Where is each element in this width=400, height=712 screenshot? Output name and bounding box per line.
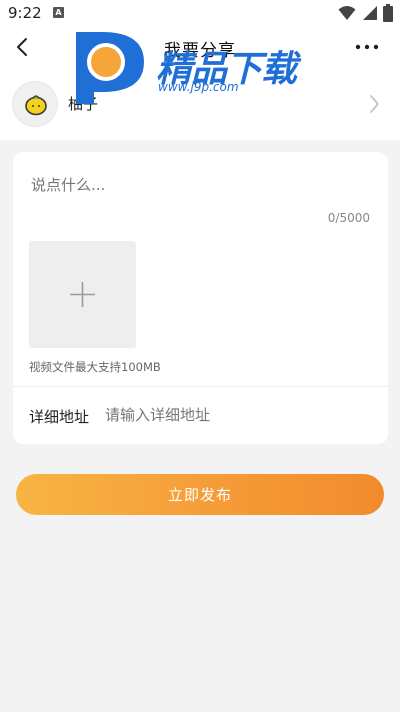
page-title: 我要分享 xyxy=(164,41,236,61)
plus-icon xyxy=(70,282,95,307)
wifi-icon xyxy=(338,6,356,20)
header: 我要分享 xyxy=(0,28,400,68)
chevron-right-icon xyxy=(370,95,379,113)
more-icon[interactable] xyxy=(352,36,382,58)
status-time: 9:22 xyxy=(8,4,42,22)
address-label: 详细地址 xyxy=(29,408,90,426)
user-row[interactable]: 柚子 xyxy=(0,68,400,140)
publish-button[interactable]: 立即发布 xyxy=(16,474,384,515)
address-input[interactable] xyxy=(105,403,365,427)
status-bar: 9:22 A xyxy=(0,0,400,28)
char-counter: 0/5000 xyxy=(327,211,370,225)
battery-icon xyxy=(383,4,393,22)
username: 柚子 xyxy=(68,95,99,113)
share-screen: 9:22 A 我要分享 柚子 精品下载 www.j9p.com 说点什么... … xyxy=(0,0,400,712)
avatar xyxy=(12,81,58,127)
signal-icon xyxy=(363,6,377,20)
content-input[interactable] xyxy=(31,172,371,198)
upload-hint: 视频文件最大支持100MB xyxy=(29,360,161,374)
lemon-icon xyxy=(25,95,47,116)
composer-card: 0/5000 视频文件最大支持100MB 详细地址 xyxy=(13,152,388,444)
divider xyxy=(13,386,388,387)
media-upload-button[interactable] xyxy=(29,241,136,348)
app-notification-icon: A xyxy=(53,7,64,18)
